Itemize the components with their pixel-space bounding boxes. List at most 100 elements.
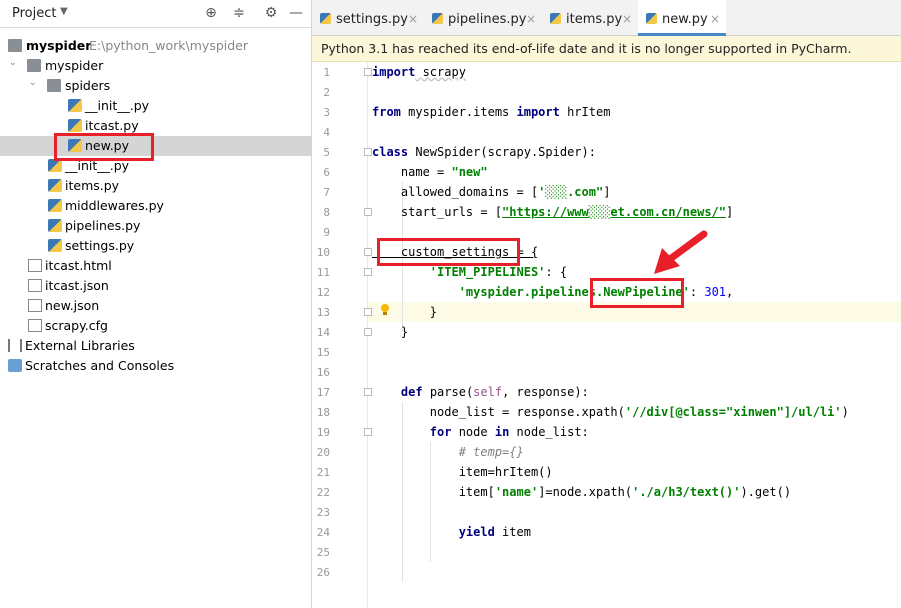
code-text: : [689, 285, 705, 299]
code-text: ) [841, 405, 849, 419]
tree-item-label: items.py [65, 178, 120, 193]
line-number: 9 [323, 226, 330, 239]
close-icon[interactable]: × [622, 12, 632, 26]
line-number: 24 [316, 526, 330, 539]
config-file-icon [28, 319, 42, 332]
tree-item-spiders[interactable]: ⌄ spiders [0, 76, 311, 96]
code-text: ] [603, 185, 611, 199]
keyword: for [429, 425, 452, 439]
tree-item-myspider-init[interactable]: __init__.py [0, 156, 311, 176]
tree-item-label: Scratches and Consoles [25, 358, 175, 373]
tree-item-settings-py[interactable]: settings.py [0, 236, 311, 256]
code-text: item [494, 525, 531, 539]
editor-tabs: settings.py × pipelines.py × items.py × … [312, 0, 901, 36]
chevron-down-icon[interactable]: ⌄ [9, 58, 19, 68]
line-number: 1 [323, 66, 330, 79]
tab-pipelines-py[interactable]: pipelines.py × [424, 0, 542, 36]
tree-item-label: itcast.json [45, 278, 109, 293]
line-number: 12 [316, 286, 330, 299]
tree-item-new-json[interactable]: new.json [0, 296, 311, 316]
keyword: from [372, 105, 401, 119]
tree-item-scrapy-cfg[interactable]: scrapy.cfg [0, 316, 311, 336]
line-number: 6 [323, 166, 330, 179]
code-line-21: item=hrItem() [372, 462, 553, 482]
python-file-icon [320, 13, 331, 24]
tree-item-label: myspider [26, 38, 92, 53]
line-number: 10 [316, 246, 330, 259]
code-line-19: for node in node_list: [372, 422, 589, 442]
url-literal: "https://www░░░et.com.cn/news/" [502, 205, 727, 219]
python-file-icon [432, 13, 443, 24]
code-line-17: def parse(self, response): [372, 382, 589, 402]
python-file-icon [48, 179, 62, 192]
string-literal: '//div[@class="xinwen"]/ul/li' [624, 405, 842, 419]
tree-item-middlewares-py[interactable]: middlewares.py [0, 196, 311, 216]
line-number: 18 [316, 406, 330, 419]
code-text: , [726, 285, 734, 299]
code-text: , response): [502, 385, 589, 399]
code-text: ]=node.xpath( [538, 485, 633, 499]
hide-panel-icon[interactable]: — [288, 5, 304, 21]
collapse-all-icon[interactable]: ≑ [231, 5, 247, 21]
code-line-18: node_list = response.xpath('//div[@class… [372, 402, 849, 422]
python-file-icon [48, 239, 62, 252]
code-text: } [372, 305, 438, 319]
close-icon[interactable]: × [710, 12, 720, 26]
keyword: yield [458, 525, 495, 539]
tab-new-py[interactable]: new.py × [638, 0, 726, 36]
project-panel-title[interactable]: Project [12, 6, 56, 21]
code-text: scrapy [415, 65, 466, 79]
line-number: 23 [316, 506, 330, 519]
tree-item-new-py[interactable]: new.py [0, 136, 311, 156]
close-icon[interactable]: × [526, 12, 536, 26]
tree-item-items-py[interactable]: items.py [0, 176, 311, 196]
gear-icon[interactable]: ⚙ [263, 5, 279, 21]
code-text: node [451, 425, 495, 439]
line-number: 26 [316, 566, 330, 579]
line-number: 22 [316, 486, 330, 499]
tree-item-label: settings.py [65, 238, 135, 253]
tree-item-itcast-py[interactable]: itcast.py [0, 116, 311, 136]
tab-settings-py[interactable]: settings.py × [312, 0, 424, 36]
folder-icon [8, 39, 22, 52]
project-panel: Project ▼ ⊕ ≑ ⚙ — myspider E:\python_wor… [0, 0, 312, 608]
tab-label: items.py [566, 12, 623, 27]
self-keyword: self [473, 385, 503, 399]
code-editor[interactable]: import scrapy from myspider.items import… [368, 62, 901, 608]
project-path: E:\python_work\myspider [89, 38, 249, 53]
line-number: 3 [323, 106, 330, 119]
keyword: def [400, 385, 423, 399]
code-text: item=hrItem() [372, 465, 553, 479]
tree-item-scratches[interactable]: Scratches and Consoles [0, 356, 311, 376]
code-text: node_list = response.xpath( [372, 405, 625, 419]
code-text: name = [372, 165, 452, 179]
tree-item-label: myspider [45, 58, 104, 73]
line-number: 2 [323, 86, 330, 99]
tree-item-project-root[interactable]: myspider E:\python_work\myspider [0, 36, 311, 56]
annotation-highlight-new-py [54, 133, 154, 161]
string-literal: '░░░.com" [538, 185, 604, 199]
tree-item-external-libraries[interactable]: External Libraries [0, 336, 311, 356]
tree-item-spiders-init[interactable]: __init__.py [0, 96, 311, 116]
code-text: myspider.items [400, 105, 517, 119]
chevron-down-icon[interactable]: ⌄ [29, 78, 39, 88]
tab-items-py[interactable]: items.py × [542, 0, 638, 36]
close-icon[interactable]: × [408, 12, 418, 26]
code-text: ] [726, 205, 734, 219]
code-text: item[ [372, 485, 495, 499]
tree-item-itcast-html[interactable]: itcast.html [0, 256, 311, 276]
chevron-down-icon[interactable]: ▼ [60, 6, 68, 17]
tree-item-itcast-json[interactable]: itcast.json [0, 276, 311, 296]
locate-icon[interactable]: ⊕ [203, 5, 219, 21]
string-literal: 'ITEM_PIPELINES' [372, 265, 546, 279]
python-file-icon [48, 199, 62, 212]
tree-item-label: External Libraries [25, 338, 135, 353]
folder-icon [27, 59, 41, 72]
tab-label: new.py [662, 12, 708, 27]
tree-item-myspider[interactable]: ⌄ myspider [0, 56, 311, 76]
code-line-14: } [372, 322, 408, 342]
tree-item-pipelines-py[interactable]: pipelines.py [0, 216, 311, 236]
python-file-icon [550, 13, 561, 24]
line-number-gutter: 1 2 3 4 5 6 7 8 9 10 11 12 13 14 15 16 1… [312, 62, 368, 608]
banner-text: Python 3.1 has reached its end-of-life d… [321, 41, 852, 56]
